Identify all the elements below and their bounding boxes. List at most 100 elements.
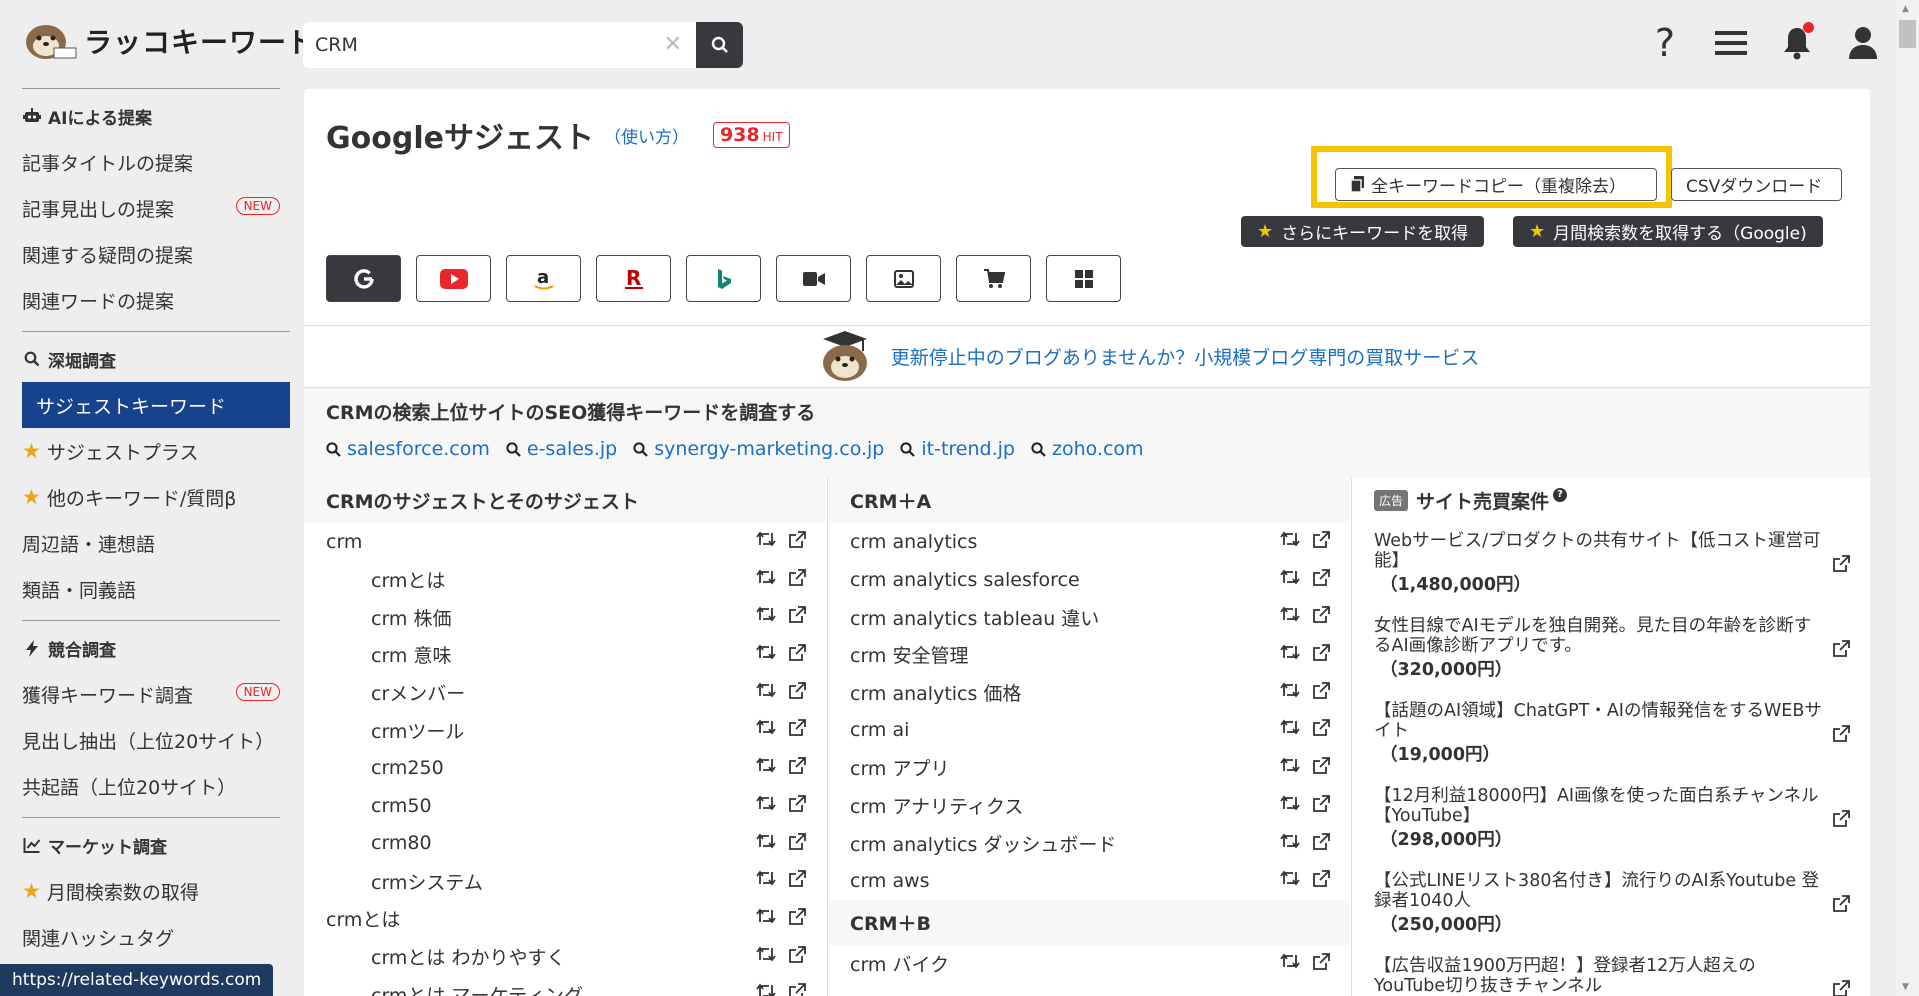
site-sale-link[interactable]: [1832, 725, 1850, 748]
keyword-text[interactable]: crmツール: [371, 717, 464, 744]
keyword-text[interactable]: crm250: [371, 757, 444, 779]
sidebar-item-synonyms[interactable]: 類語・同義語: [22, 566, 290, 612]
keyword-text[interactable]: crm analytics salesforce: [850, 569, 1080, 591]
search-button[interactable]: [696, 22, 743, 68]
retweet-icon[interactable]: [1280, 569, 1300, 585]
promo-link[interactable]: 更新停止中のブログありませんか？小規模ブログ専門の買取サービス: [891, 343, 1479, 370]
keyword-text[interactable]: crm バイク: [850, 950, 949, 977]
external-link-icon[interactable]: [1832, 555, 1850, 573]
external-link-icon[interactable]: [788, 794, 806, 813]
tab-bing[interactable]: [686, 255, 761, 302]
tab-amazon[interactable]: a: [506, 255, 581, 302]
list-item[interactable]: crm バイク: [828, 945, 1350, 983]
site-sale-link[interactable]: [1832, 555, 1850, 578]
list-item[interactable]: crmシステム: [304, 862, 826, 900]
list-item[interactable]: crm 安全管理: [828, 636, 1350, 674]
list-item[interactable]: crmとは マーケティング: [304, 975, 826, 996]
retweet-icon[interactable]: [1280, 833, 1300, 849]
retweet-icon[interactable]: [756, 946, 776, 962]
retweet-icon[interactable]: [1280, 795, 1300, 811]
retweet-icon[interactable]: [756, 569, 776, 585]
list-item[interactable]: crm analytics salesforce: [828, 561, 1350, 599]
retweet-icon[interactable]: [1280, 682, 1300, 698]
keyword-text[interactable]: crm 意味: [371, 641, 451, 668]
site-sale-item[interactable]: 【話題のAI領域】ChatGPT・AIの情報発信をするWEBサイト （19,000…: [1352, 693, 1870, 778]
external-link-icon[interactable]: [1832, 810, 1850, 828]
sidebar-item-surrounding-words[interactable]: 周辺語・連想語: [22, 520, 290, 566]
external-link-icon[interactable]: [1312, 952, 1330, 971]
site-sale-link[interactable]: [1832, 895, 1850, 918]
keyword-text[interactable]: crm アプリ: [850, 754, 949, 781]
sidebar-item-hashtags[interactable]: 関連ハッシュタグ: [22, 914, 280, 960]
retweet-icon[interactable]: [1280, 870, 1300, 886]
site-sale-title[interactable]: 【話題のAI領域】ChatGPT・AIの情報発信をするWEBサイト: [1374, 701, 1852, 741]
site-sale-link[interactable]: [1832, 810, 1850, 833]
list-item[interactable]: crメンバー: [304, 674, 826, 712]
list-item[interactable]: crm80: [304, 825, 826, 863]
keyword-text[interactable]: crm50: [371, 795, 432, 817]
keyword-text[interactable]: crmとは: [326, 905, 400, 932]
retweet-icon[interactable]: [756, 719, 776, 735]
sidebar-item-other-keywords[interactable]: ★ 他のキーワード/質問β: [22, 474, 290, 520]
retweet-icon[interactable]: [1280, 757, 1300, 773]
seo-site-link[interactable]: synergy-marketing.co.jp: [633, 438, 884, 460]
retweet-icon[interactable]: [756, 682, 776, 698]
menu-button[interactable]: [1698, 18, 1764, 68]
tab-shopping[interactable]: [956, 255, 1031, 302]
external-link-icon[interactable]: [1312, 644, 1330, 662]
keyword-text[interactable]: crm ai: [850, 719, 909, 741]
external-link-icon[interactable]: [1312, 606, 1330, 624]
sidebar-item-suggest-plus[interactable]: ★ サジェストプラス: [22, 428, 290, 474]
sidebar-item-heading-extract[interactable]: 見出し抽出（上位20サイト）: [22, 717, 280, 763]
list-item[interactable]: crm アナリティクス: [828, 787, 1350, 825]
site-sale-link[interactable]: [1832, 980, 1850, 996]
site-sale-item[interactable]: Webサービス/プロダクトの共有サイト【低コスト運営可能】 （1,480,000円…: [1352, 523, 1870, 608]
list-item[interactable]: crmとは: [304, 561, 826, 599]
retweet-icon[interactable]: [756, 983, 776, 996]
sidebar-item-related-questions[interactable]: 関連する疑問の提案: [22, 231, 280, 277]
external-link-icon[interactable]: [1832, 895, 1850, 913]
sidebar-item-article-title[interactable]: 記事タイトルの提案: [22, 139, 280, 185]
external-link-icon[interactable]: [1832, 640, 1850, 658]
keyword-text[interactable]: crm80: [371, 832, 432, 854]
scroll-up-arrow-icon[interactable]: ▲: [1902, 4, 1909, 14]
site-sale-title[interactable]: 【12月利益18000円】AI画像を使った面白系チャンネル【YouTube】: [1374, 786, 1852, 826]
list-item[interactable]: crm analytics tableau 違い: [828, 598, 1350, 636]
seo-site-link[interactable]: zoho.com: [1031, 438, 1144, 460]
keyword-text[interactable]: crm アナリティクス: [850, 792, 1023, 819]
keyword-text[interactable]: crm aws: [850, 870, 930, 892]
search-input[interactable]: [303, 22, 696, 68]
help-circle-icon[interactable]: ?: [1553, 487, 1568, 502]
external-link-icon[interactable]: [788, 983, 806, 996]
list-item[interactable]: crm analytics 価格: [828, 674, 1350, 712]
external-link-icon[interactable]: [788, 606, 806, 624]
more-keywords-button[interactable]: ★ さらにキーワードを取得: [1241, 216, 1485, 247]
list-item[interactable]: crm ai: [828, 711, 1350, 749]
retweet-icon[interactable]: [1280, 644, 1300, 660]
monthly-volume-button[interactable]: ★ 月間検索数を取得する（Google): [1513, 216, 1823, 247]
how-to-link[interactable]: （使い方）: [604, 123, 689, 148]
external-link-icon[interactable]: [1312, 568, 1330, 587]
list-item[interactable]: crm50: [304, 787, 826, 825]
seo-site-link[interactable]: salesforce.com: [326, 438, 490, 460]
external-link-icon[interactable]: [1312, 757, 1330, 775]
external-link-icon[interactable]: [1312, 719, 1330, 737]
scroll-down-arrow-icon[interactable]: ▼: [1902, 982, 1909, 992]
keyword-text[interactable]: crメンバー: [371, 679, 465, 706]
retweet-icon[interactable]: [756, 531, 776, 547]
tab-video[interactable]: [776, 255, 851, 302]
site-sale-item[interactable]: 【公式LINEリスト380名付き】流行りのAI系Youtube 登録者1040人…: [1352, 863, 1870, 948]
app-logo[interactable]: ラッコキーワード: [20, 18, 316, 64]
seo-site-link[interactable]: e-sales.jp: [506, 438, 617, 460]
copy-all-keywords-button[interactable]: 全キーワードコピー（重複除去）: [1335, 168, 1657, 201]
external-link-icon[interactable]: [788, 644, 806, 662]
list-item[interactable]: crm 意味: [304, 636, 826, 674]
notification-button[interactable]: [1764, 18, 1830, 68]
seo-site-link[interactable]: it-trend.jp: [900, 438, 1015, 460]
tab-youtube[interactable]: [416, 255, 491, 302]
tab-rakuten[interactable]: R: [596, 255, 671, 302]
external-link-icon[interactable]: [788, 681, 806, 700]
account-button[interactable]: [1830, 18, 1896, 68]
external-link-icon[interactable]: [788, 945, 806, 964]
csv-download-button[interactable]: CSVダウンロード: [1671, 168, 1842, 201]
